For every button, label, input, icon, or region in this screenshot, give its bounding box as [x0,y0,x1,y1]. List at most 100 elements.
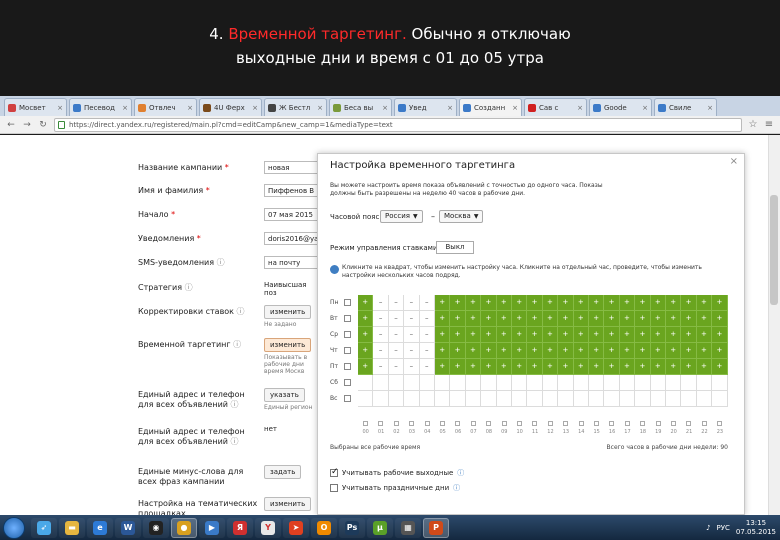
schedule-cell-off[interactable] [388,375,405,391]
forward-icon[interactable]: → [22,120,32,130]
hour-checkbox[interactable] [486,421,492,426]
schedule-cell-on[interactable]: + [435,343,451,359]
schedule-cell-off[interactable] [404,391,420,407]
schedule-cell-off[interactable] [573,391,589,407]
schedule-cell-on[interactable]: + [589,327,605,343]
schedule-cell-off[interactable] [542,375,559,391]
schedule-cell-off[interactable] [450,375,466,391]
schedule-cell-on[interactable]: + [666,359,682,375]
close-icon[interactable]: × [730,156,738,167]
schedule-cell-on[interactable]: + [512,343,528,359]
start-button[interactable] [3,516,25,539]
schedule-cell-on[interactable]: + [681,359,697,375]
schedule-cell-off[interactable] [373,391,389,407]
day-checkbox[interactable] [344,379,351,386]
tab-close-icon[interactable]: × [447,104,453,112]
taskbar-camera-button[interactable]: ◉ [143,517,169,538]
holiday-checkbox[interactable] [330,484,338,492]
schedule-cell-on[interactable]: + [589,311,605,327]
schedule-cell-on[interactable]: + [481,359,497,375]
schedule-cell-on[interactable]: + [527,327,543,343]
schedule-cell-on[interactable]: + [666,295,682,311]
day-checkbox[interactable] [344,299,351,306]
menu-icon[interactable]: ≡ [764,119,774,130]
schedule-cell-on[interactable]: + [558,295,574,311]
schedule-cell-off[interactable] [496,391,512,407]
schedule-cell-on[interactable]: + [635,311,651,327]
schedule-cell-off[interactable] [650,391,666,407]
schedule-cell-on[interactable]: + [712,327,728,343]
schedule-cell-on[interactable]: + [450,311,466,327]
schedule-cell-off[interactable] [419,391,435,407]
schedule-cell-off[interactable] [619,375,636,391]
schedule-cell-on[interactable]: + [604,327,620,343]
schedule-cell-off[interactable] [481,375,497,391]
schedule-cell-off[interactable] [681,375,697,391]
browser-tab[interactable]: Ж Бестл × [264,98,327,116]
speaker-icon[interactable]: ♪ [706,524,710,532]
hour-checkbox[interactable] [671,421,676,426]
schedule-cell-on[interactable]: + [435,327,451,343]
schedule-cell-on[interactable]: + [666,343,682,359]
help-icon[interactable]: ⓘ [228,437,239,446]
browser-tab[interactable]: Goode × [589,98,652,116]
schedule-cell-off[interactable] [373,375,389,391]
schedule-cell-off[interactable] [666,391,682,407]
schedule-cell-off[interactable] [712,375,728,391]
schedule-cell-off[interactable]: – [419,295,435,311]
browser-tab[interactable]: Увед × [394,98,457,116]
schedule-cell-on[interactable]: + [604,343,620,359]
schedule-cell-off[interactable] [435,391,451,407]
tab-close-icon[interactable]: × [382,104,388,112]
taskbar-yandex-button[interactable]: Y [255,517,281,538]
schedule-cell-on[interactable]: + [696,295,713,311]
schedule-cell-on[interactable]: + [496,359,512,375]
hour-checkbox[interactable] [547,421,553,426]
tab-close-icon[interactable]: × [577,104,583,112]
schedule-cell-on[interactable]: + [512,311,528,327]
form-input[interactable]: doris2016@ya [264,232,318,245]
schedule-cell-on[interactable]: + [512,359,528,375]
tab-close-icon[interactable]: × [122,104,128,112]
form-button[interactable]: указать [264,388,305,402]
schedule-cell-off[interactable]: – [388,295,405,311]
schedule-cell-on[interactable]: + [358,327,374,343]
hour-checkbox[interactable] [532,421,538,426]
page-scrollbar[interactable] [768,135,780,515]
schedule-cell-on[interactable]: + [696,359,713,375]
hour-checkbox[interactable] [609,421,615,426]
schedule-cell-on[interactable]: + [481,343,497,359]
taskbar-chrome-button[interactable]: ● [171,517,197,538]
taskbar-folder-button[interactable]: ▬ [59,517,85,538]
hour-checkbox[interactable] [640,421,646,426]
schedule-cell-on[interactable]: + [481,295,497,311]
schedule-cell-on[interactable]: + [558,311,574,327]
browser-tab[interactable]: Свиле × [654,98,717,116]
taskbar-powerpoint-button[interactable]: P [423,517,449,538]
taskbar-arrow-button[interactable]: ➤ [283,517,309,538]
schedule-cell-off[interactable] [542,391,559,407]
schedule-cell-on[interactable]: + [681,295,697,311]
schedule-cell-off[interactable]: – [388,359,405,375]
schedule-cell-on[interactable]: + [604,295,620,311]
help-icon[interactable]: ⓘ [228,400,239,409]
hour-checkbox[interactable] [455,421,461,426]
schedule-cell-on[interactable]: + [589,343,605,359]
schedule-cell-off[interactable] [496,375,512,391]
hour-checkbox[interactable] [470,421,476,426]
schedule-cell-off[interactable] [589,391,605,407]
schedule-cell-off[interactable]: – [373,359,389,375]
help-icon[interactable]: ⓘ [182,283,193,292]
taskbar-utorrent-button[interactable]: μ [367,517,393,538]
schedule-cell-on[interactable]: + [542,359,559,375]
star-icon[interactable]: ☆ [748,119,758,130]
form-button[interactable]: задать [264,465,302,479]
hour-checkbox[interactable] [501,421,507,426]
browser-tab[interactable]: 4U Ферх × [199,98,262,116]
schedule-cell-on[interactable]: + [481,327,497,343]
hour-checkbox[interactable] [563,421,569,426]
schedule-cell-off[interactable] [635,391,651,407]
language-indicator[interactable]: РУС [717,524,730,532]
help-icon[interactable]: ⓘ [214,258,225,267]
schedule-cell-on[interactable]: + [619,359,636,375]
